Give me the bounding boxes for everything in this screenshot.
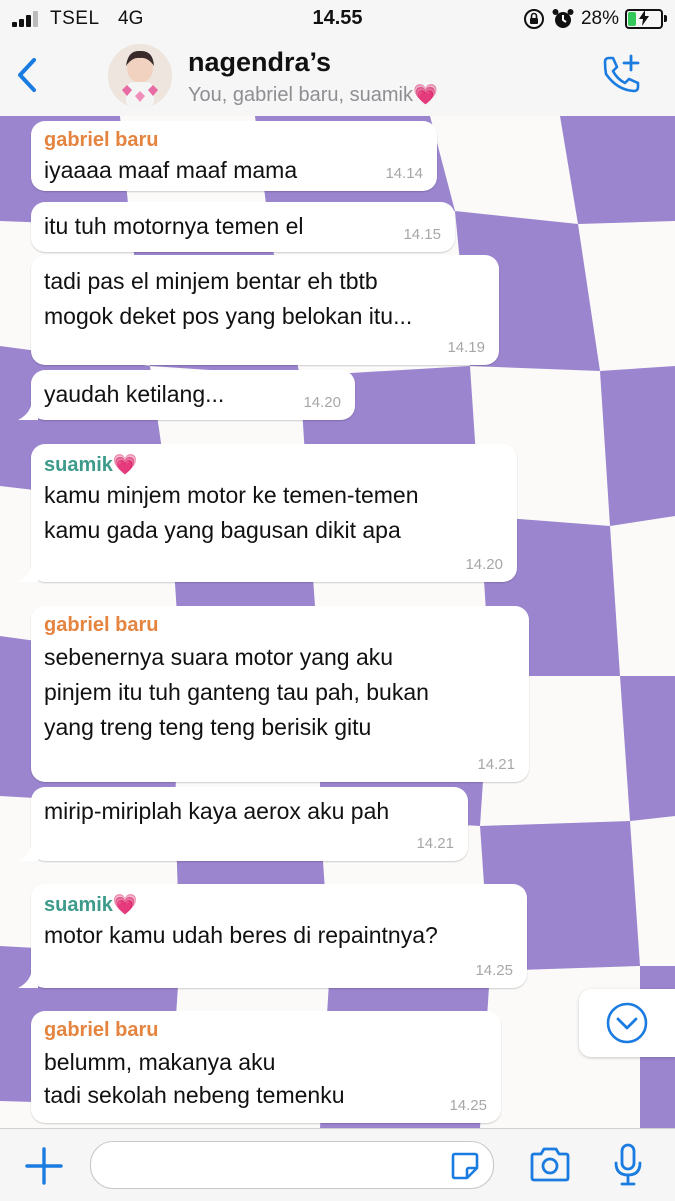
message-time: 14.25 — [449, 1097, 487, 1114]
message-sender: suamik💗 — [44, 894, 138, 916]
battery-percent: 28% — [580, 8, 619, 29]
plus-icon[interactable] — [24, 1146, 64, 1186]
message-bubble[interactable]: gabriel baru belumm, makanya aku tadi se… — [31, 1011, 501, 1123]
camera-icon[interactable] — [528, 1147, 572, 1183]
battery-charging-icon — [625, 9, 667, 29]
message-text: yang treng teng teng berisik gitu — [44, 714, 372, 740]
sticker-icon[interactable] — [449, 1150, 481, 1182]
message-text: kamu gada yang bagusan dikit apa — [44, 517, 401, 543]
chat-header: nagendra’s You, gabriel baru, suamik💗 — [0, 38, 675, 117]
message-time: 14.15 — [403, 226, 441, 243]
message-text: motor kamu udah beres di repaintnya? — [44, 922, 438, 948]
message-bubble[interactable]: gabriel baru iyaaaa maaf maaf mama 14.14 — [31, 121, 437, 191]
message-text: iyaaaa maaf maaf mama — [44, 157, 298, 183]
message-text: tadi pas el minjem bentar eh tbtb — [44, 268, 378, 294]
group-avatar[interactable] — [108, 44, 172, 108]
message-sender: gabriel baru — [44, 614, 159, 636]
scroll-down-button[interactable] — [579, 989, 675, 1057]
message-time: 14.20 — [465, 556, 503, 573]
message-bubble[interactable]: gabriel baru sebenernya suara motor yang… — [31, 606, 529, 782]
message-bubble[interactable]: suamik💗 kamu minjem motor ke temen-temen… — [18, 444, 517, 582]
message-time: 14.14 — [385, 165, 423, 182]
message-text: kamu minjem motor ke temen-temen — [44, 482, 419, 508]
message-bubble[interactable]: mirip-miriplah kaya aerox aku pah 14.21 — [18, 787, 468, 861]
message-sender: gabriel baru — [44, 1019, 159, 1041]
chat-participants[interactable]: You, gabriel baru, suamik💗 — [188, 82, 438, 107]
message-input[interactable] — [107, 1150, 441, 1180]
message-time: 14.19 — [447, 339, 485, 356]
chevron-left-icon[interactable] — [10, 52, 46, 98]
message-input-bar — [0, 1128, 675, 1201]
message-time: 14.21 — [416, 835, 454, 852]
message-text: pinjem itu tuh ganteng tau pah, bukan — [44, 679, 429, 705]
message-text: sebenernya suara motor yang aku — [44, 644, 394, 670]
chat-area[interactable]: gabriel baru iyaaaa maaf maaf mama 14.14… — [0, 116, 675, 1128]
scroll-down-icon — [606, 1002, 648, 1044]
message-time: 14.25 — [475, 962, 513, 979]
lock-rotation-icon — [523, 9, 544, 29]
alarm-icon — [552, 9, 574, 28]
status-bar: TSEL 4G 14.55 28% — [0, 0, 675, 38]
message-text: yaudah ketilang... — [44, 381, 225, 407]
message-bubble[interactable]: tadi pas el minjem bentar eh tbtb mogok … — [31, 255, 499, 365]
microphone-icon[interactable] — [612, 1143, 644, 1187]
message-field[interactable] — [90, 1141, 494, 1189]
message-text: itu tuh motornya temen el — [44, 213, 304, 239]
message-time: 14.20 — [303, 394, 341, 411]
message-text: mirip-miriplah kaya aerox aku pah — [44, 798, 390, 824]
message-sender: gabriel baru — [44, 129, 159, 151]
message-time: 14.21 — [477, 756, 515, 773]
message-text: mogok deket pos yang belokan itu... — [44, 303, 413, 329]
message-bubble[interactable]: yaudah ketilang... 14.20 — [18, 370, 355, 420]
message-bubble[interactable]: suamik💗 motor kamu udah beres di repaint… — [18, 884, 527, 988]
message-sender: suamik💗 — [44, 454, 138, 476]
add-call-icon[interactable] — [599, 52, 645, 98]
chat-title[interactable]: nagendra’s — [188, 47, 331, 78]
message-text: belumm, makanya aku — [44, 1049, 276, 1075]
message-bubble[interactable]: itu tuh motornya temen el 14.15 — [31, 202, 455, 252]
message-text: tadi sekolah nebeng temenku — [44, 1082, 345, 1108]
